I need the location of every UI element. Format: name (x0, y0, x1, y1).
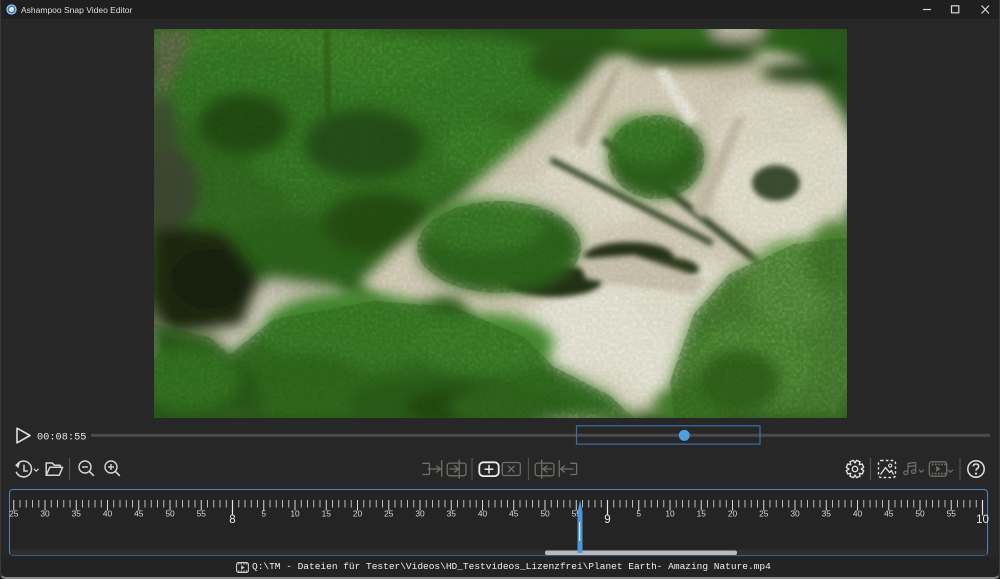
svg-text:45: 45 (134, 509, 144, 519)
svg-text:45: 45 (509, 509, 519, 519)
svg-text:30: 30 (790, 509, 800, 519)
svg-text:25: 25 (384, 509, 394, 519)
svg-text:45: 45 (884, 509, 894, 519)
svg-text:55: 55 (197, 509, 207, 519)
svg-text:00:08:55: 00:08:55 (37, 432, 86, 444)
svg-text:20: 20 (728, 509, 738, 519)
svg-text:40: 40 (103, 509, 113, 519)
svg-text:10: 10 (976, 514, 989, 526)
svg-text:40: 40 (478, 509, 488, 519)
svg-text:20: 20 (353, 509, 363, 519)
svg-text:25: 25 (9, 509, 19, 519)
svg-text:5: 5 (261, 509, 266, 519)
svg-text:50: 50 (915, 509, 925, 519)
svg-text:10: 10 (290, 509, 300, 519)
svg-text:35: 35 (72, 509, 82, 519)
svg-text:50: 50 (165, 509, 175, 519)
svg-text:25: 25 (759, 509, 769, 519)
svg-text:5: 5 (636, 509, 641, 519)
svg-text:10: 10 (665, 509, 675, 519)
svg-text:30: 30 (40, 509, 50, 519)
svg-text:15: 15 (322, 509, 332, 519)
svg-text:9: 9 (604, 514, 610, 526)
svg-text:8: 8 (229, 514, 235, 526)
svg-text:40: 40 (853, 509, 863, 519)
svg-text:30: 30 (415, 509, 425, 519)
svg-text:55: 55 (947, 509, 957, 519)
svg-text:35: 35 (822, 509, 832, 519)
svg-text:50: 50 (540, 509, 550, 519)
svg-text:15: 15 (697, 509, 707, 519)
svg-text:35: 35 (447, 509, 457, 519)
